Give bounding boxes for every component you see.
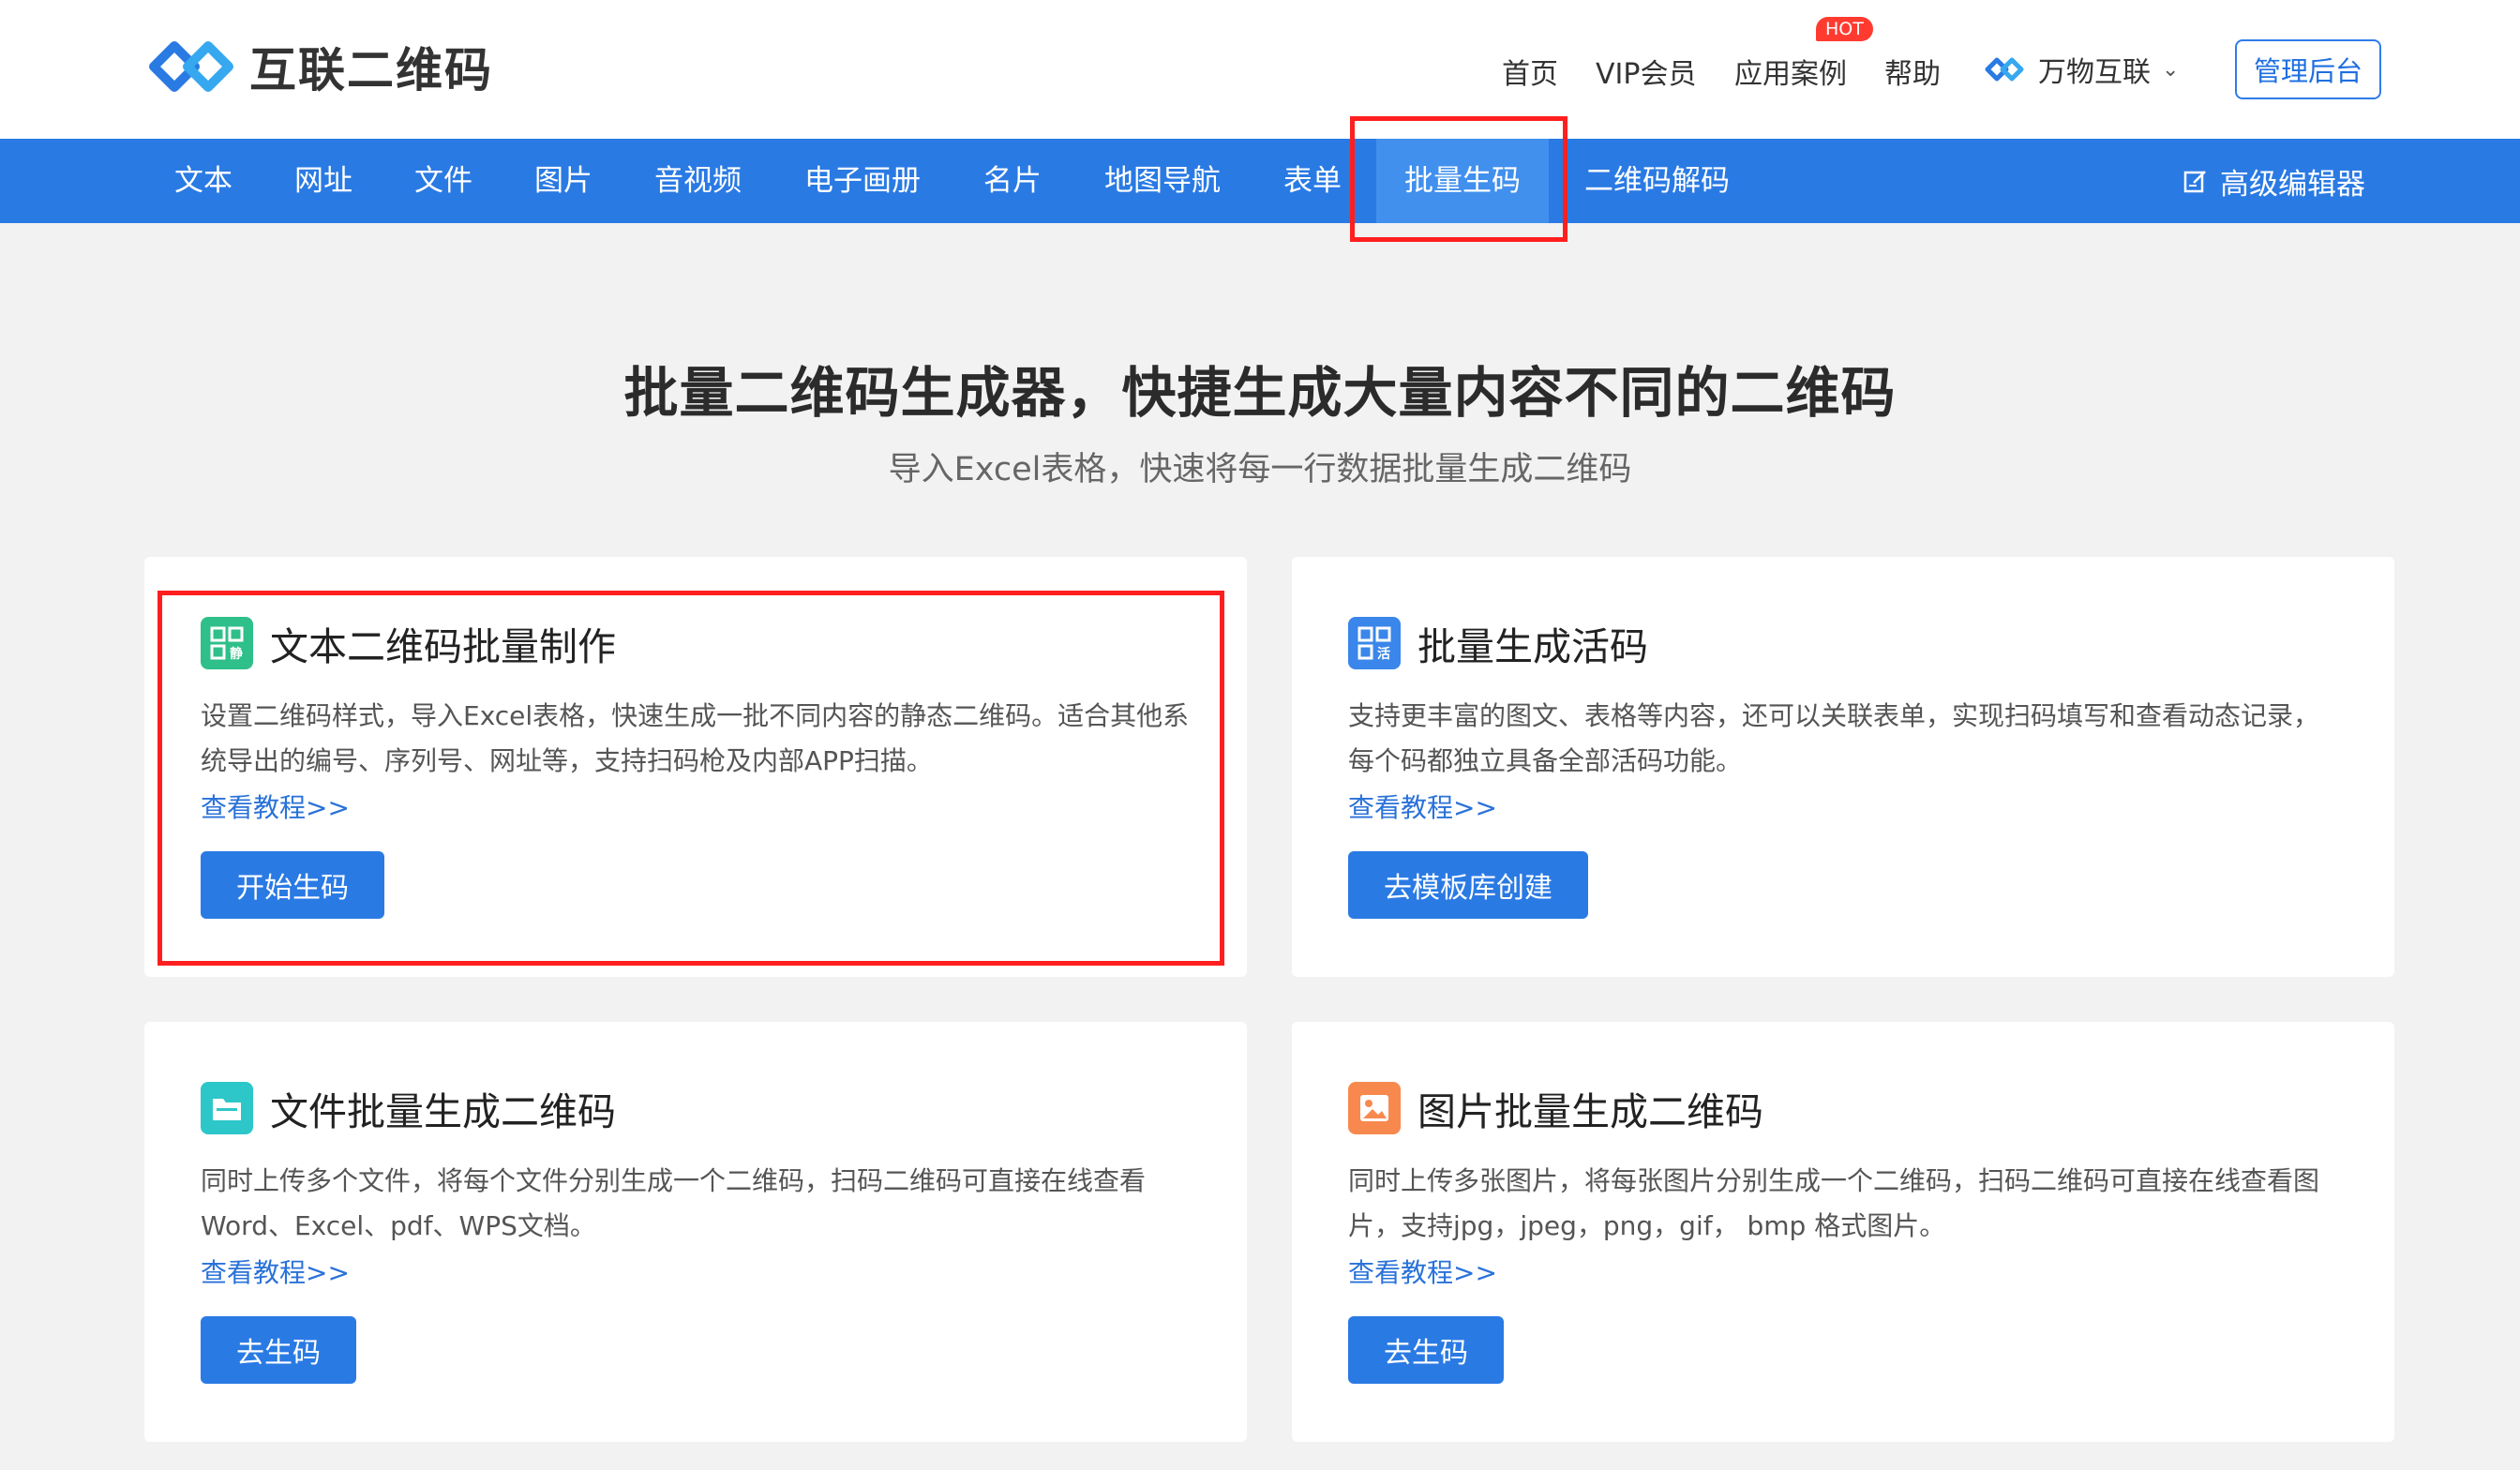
logo-icon bbox=[149, 41, 233, 92]
card-file-batch: 文件批量生成二维码 同时上传多个文件，将每个文件分别生成一个二维码，扫码二维码可… bbox=[144, 1022, 1247, 1442]
start-generate-button[interactable]: 开始生码 bbox=[201, 851, 384, 919]
card-header: 图片批量生成二维码 bbox=[1348, 1080, 1763, 1136]
card-title: 文本二维码批量制作 bbox=[270, 624, 616, 669]
card-header: 静 文本二维码批量制作 bbox=[201, 615, 616, 671]
file-generate-button[interactable]: 去生码 bbox=[201, 1316, 356, 1384]
card-dynamic-batch: 活 批量生成活码 支持更丰富的图文、表格等内容，还可以关联表单，实现扫码填写和查… bbox=[1292, 557, 2394, 977]
advanced-editor-link[interactable]: 高级编辑器 bbox=[2182, 139, 2365, 223]
card-title: 批量生成活码 bbox=[1418, 624, 1648, 669]
nav-file[interactable]: 文件 bbox=[414, 139, 472, 223]
nav-audio-video[interactable]: 音视频 bbox=[654, 139, 742, 223]
admin-button[interactable]: 管理后台 bbox=[2235, 39, 2381, 99]
nav-ebook[interactable]: 电子画册 bbox=[804, 139, 921, 223]
nav-decode[interactable]: 二维码解码 bbox=[1584, 139, 1730, 223]
topnav-home[interactable]: 首页 bbox=[1502, 51, 1558, 92]
wanwu-logo-icon bbox=[1985, 57, 2024, 82]
chevron-down-icon: ⌄ bbox=[2162, 57, 2180, 82]
logo[interactable]: 互联二维码 bbox=[146, 32, 493, 101]
card-title: 图片批量生成二维码 bbox=[1418, 1089, 1763, 1134]
tutorial-link[interactable]: 查看教程>> bbox=[1348, 1252, 1497, 1290]
qr-dynamic-icon: 活 bbox=[1348, 617, 1401, 669]
page-subtitle: 导入Excel表格，快速将每一行数据批量生成二维码 bbox=[888, 451, 1632, 488]
topnav-cases[interactable]: 应用案例 bbox=[1734, 51, 1847, 92]
svg-text:活: 活 bbox=[1377, 646, 1390, 662]
card-header: 文件批量生成二维码 bbox=[201, 1080, 616, 1136]
top-header: 互联二维码 首页 VIP会员 应用案例 HOT 帮助 万物互联 ⌄ 管理后台 bbox=[0, 0, 2520, 139]
wanwu-label: 万物互联 bbox=[2038, 56, 2151, 89]
card-text-batch: 静 文本二维码批量制作 设置二维码样式，导入Excel表格，快速生成一批不同内容… bbox=[144, 557, 1247, 977]
logo-text: 互联二维码 bbox=[249, 43, 493, 98]
card-description: 支持更丰富的图文、表格等内容，还可以关联表单，实现扫码填写和查看动态记录，每个码… bbox=[1348, 700, 2320, 776]
edit-icon bbox=[2183, 171, 2206, 193]
card-description: 同时上传多张图片，将每张图片分别生成一个二维码，扫码二维码可直接在线查看图片，支… bbox=[1348, 1165, 2320, 1241]
page-title: 批量二维码生成器，快捷生成大量内容不同的二维码 bbox=[623, 361, 1897, 425]
nav-batch-active[interactable]: 批量生码 bbox=[1376, 139, 1549, 223]
tutorial-link[interactable]: 查看教程>> bbox=[201, 788, 350, 825]
qr-static-icon: 静 bbox=[201, 617, 253, 669]
topnav-help[interactable]: 帮助 bbox=[1884, 51, 1941, 92]
nav-business-card[interactable]: 名片 bbox=[983, 139, 1042, 223]
hot-badge: HOT bbox=[1816, 17, 1873, 41]
card-description: 同时上传多个文件，将每个文件分别生成一个二维码，扫码二维码可直接在线查看Word… bbox=[201, 1165, 1147, 1241]
image-icon bbox=[1348, 1082, 1401, 1134]
nav-image[interactable]: 图片 bbox=[534, 139, 592, 223]
card-image-batch: 图片批量生成二维码 同时上传多张图片，将每张图片分别生成一个二维码，扫码二维码可… bbox=[1292, 1022, 2394, 1442]
nav-map[interactable]: 地图导航 bbox=[1104, 139, 1221, 223]
template-create-button[interactable]: 去模板库创建 bbox=[1348, 851, 1588, 919]
topnav-vip[interactable]: VIP会员 bbox=[1596, 51, 1696, 92]
svg-text:静: 静 bbox=[230, 646, 243, 662]
card-description: 设置二维码样式，导入Excel表格，快速生成一批不同内容的静态二维码。适合其他系… bbox=[201, 700, 1190, 776]
nav-text[interactable]: 文本 bbox=[174, 139, 232, 223]
wanwu-dropdown[interactable]: 万物互联 ⌄ bbox=[1984, 49, 2179, 90]
card-header: 活 批量生成活码 bbox=[1348, 615, 1648, 671]
folder-icon bbox=[201, 1082, 253, 1134]
tutorial-link[interactable]: 查看教程>> bbox=[201, 1252, 350, 1290]
category-nav: 文本 网址 文件 图片 音视频 电子画册 名片 地图导航 表单 批量生码 二维码… bbox=[0, 139, 2520, 223]
nav-form[interactable]: 表单 bbox=[1283, 139, 1342, 223]
tutorial-link[interactable]: 查看教程>> bbox=[1348, 788, 1497, 825]
image-generate-button[interactable]: 去生码 bbox=[1348, 1316, 1504, 1384]
card-title: 文件批量生成二维码 bbox=[270, 1089, 616, 1134]
advanced-editor-label: 高级编辑器 bbox=[2220, 167, 2365, 202]
nav-url[interactable]: 网址 bbox=[294, 139, 352, 223]
